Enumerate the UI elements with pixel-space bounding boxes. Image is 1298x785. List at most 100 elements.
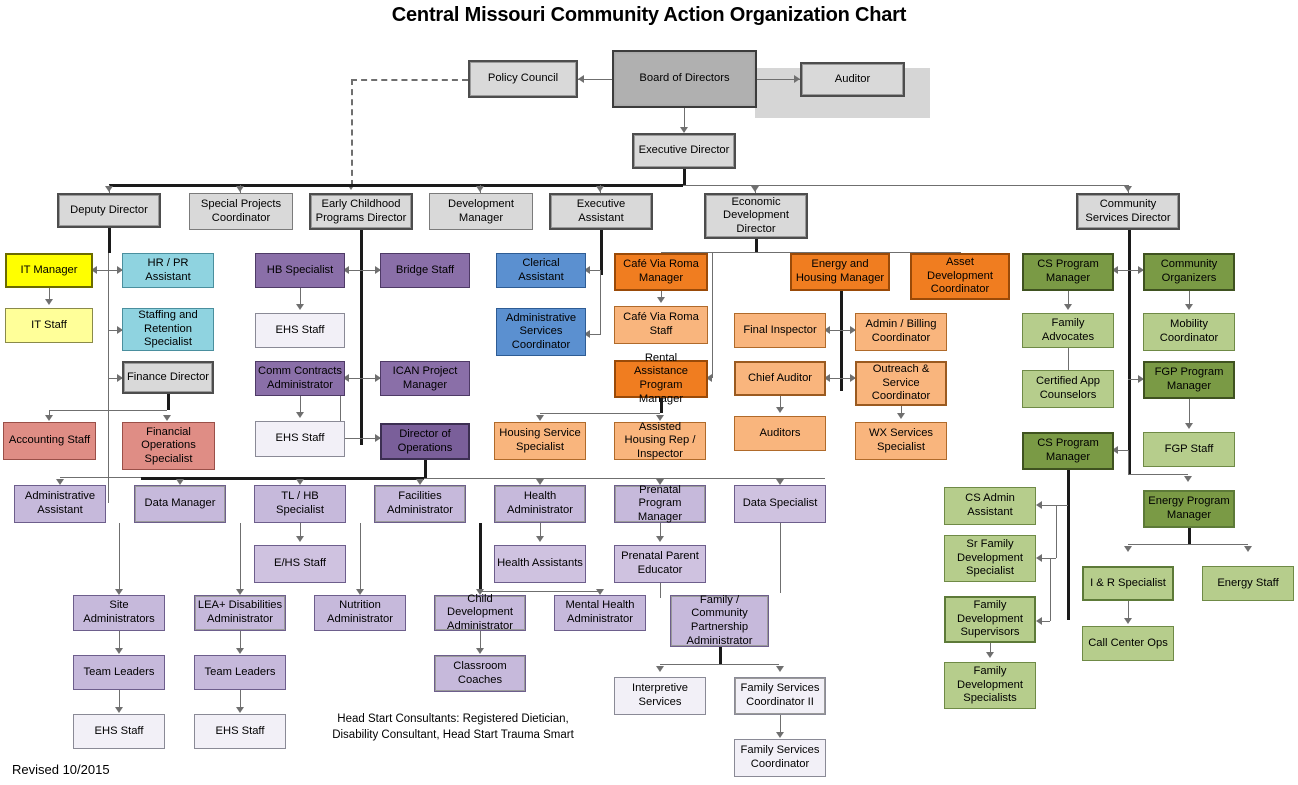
node-it-manager[interactable]: IT Manager [5,253,93,288]
node-data-manager[interactable]: Data Manager [134,485,226,523]
node-tl-hb-specialist[interactable]: TL / HB Specialist [254,485,346,523]
arrow-team-leaders-1 [115,648,123,654]
node-asset-development-coordinator[interactable]: Asset Development Coordinator [910,253,1010,300]
edge-dataspec-down [780,523,781,593]
node-prenatal-parent-educator[interactable]: Prenatal Parent Educator [614,545,706,583]
node-financial-operations-specialist[interactable]: Financial Operations Specialist [122,422,215,470]
node-final-inspector[interactable]: Final Inspector [734,313,826,348]
node-hb-specialist[interactable]: HB Specialist [255,253,345,288]
node-certified-app-counselors[interactable]: Certified App Counselors [1022,370,1114,408]
node-comm-contracts-administrator[interactable]: Comm Contracts Administrator [255,361,345,396]
arrow-auditors [776,407,784,413]
node-chief-auditor[interactable]: Chief Auditor [734,361,826,396]
node-wx-services-specialist[interactable]: WX Services Specialist [855,422,947,460]
arrow-health-assistants [536,536,544,542]
node-housing-service-specialist[interactable]: Housing Service Specialist [494,422,586,460]
node-cafe-via-roma-manager[interactable]: Café Via Roma Manager [614,253,708,291]
node-team-leaders-1[interactable]: Team Leaders [73,655,165,690]
node-ican-project-manager[interactable]: ICAN Project Manager [380,361,470,396]
node-cs-program-manager-1[interactable]: CS Program Manager [1022,253,1114,291]
node-auditors[interactable]: Auditors [734,416,826,451]
node-community-services-director[interactable]: Community Services Director [1076,193,1180,230]
node-fgp-staff[interactable]: FGP Staff [1143,432,1235,467]
node-ehs-staff-2[interactable]: EHS Staff [255,421,345,457]
node-administrative-assistant[interactable]: Administrative Assistant [14,485,106,523]
arrow-classroom-coaches [476,648,484,654]
node-nutrition-administrator[interactable]: Nutrition Administrator [314,595,406,631]
node-rental-assistance-program-manager[interactable]: Rental Assistance Program Manager [614,352,708,405]
node-family-services-coordinator[interactable]: Family Services Coordinator [734,739,826,777]
node-accounting-staff[interactable]: Accounting Staff [3,422,96,460]
node-clerical-assistant[interactable]: Clerical Assistant [496,253,586,288]
node-director-of-operations[interactable]: Director of Operations [380,423,470,460]
node-finance-director[interactable]: Finance Director [122,361,214,394]
node-family-advocates[interactable]: Family Advocates [1022,313,1114,348]
node-call-center-ops[interactable]: Call Center Ops [1082,626,1174,661]
node-early-childhood-programs-director[interactable]: Early Childhood Programs Director [309,193,413,230]
node-development-manager[interactable]: Development Manager [429,193,533,230]
node-team-leaders-2[interactable]: Team Leaders [194,655,286,690]
node-outreach-service-coordinator[interactable]: Outreach & Service Coordinator [855,361,947,406]
node-sr-family-development-specialist[interactable]: Sr Family Development Specialist [944,535,1036,582]
edge-csm2-sr [1042,558,1056,559]
node-lea-disabilities-administrator[interactable]: LEA+ Disabilities Administrator [194,595,286,631]
node-classroom-coaches[interactable]: Classroom Coaches [434,655,526,692]
node-policy-council[interactable]: Policy Council [468,60,578,98]
node-mental-health-administrator[interactable]: Mental Health Administrator [554,595,646,631]
node-family-development-specialists[interactable]: Family Development Specialists [944,662,1036,709]
edge-rental-bus [540,413,660,414]
node-special-projects-coordinator[interactable]: Special Projects Coordinator [189,193,293,230]
node-economic-development-director[interactable]: Economic Development Director [704,193,808,239]
arrow-sr-family-dev [1036,554,1042,562]
node-fgp-program-manager[interactable]: FGP Program Manager [1143,361,1235,399]
node-auditor[interactable]: Auditor [800,62,905,97]
node-community-organizers[interactable]: Community Organizers [1143,253,1235,291]
node-family-services-coordinator-ii[interactable]: Family Services Coordinator II [734,677,826,715]
edge-csm2-sr-v [1056,505,1057,558]
node-prenatal-program-manager[interactable]: Prenatal Program Manager [614,484,706,523]
arrow-devmgr [476,186,484,192]
node-health-administrator[interactable]: Health Administrator [494,485,586,523]
node-board-of-directors[interactable]: Board of Directors [612,50,757,108]
node-mobility-coordinator[interactable]: Mobility Coordinator [1143,313,1235,351]
arrow-accounting [45,415,53,421]
edge-ec-dirops-h [340,438,380,439]
node-ir-specialist[interactable]: I & R Specialist [1082,566,1174,601]
node-ehs-staff-4[interactable]: EHS Staff [73,714,165,749]
node-it-staff[interactable]: IT Staff [5,308,93,343]
node-energy-and-housing-manager[interactable]: Energy and Housing Manager [790,253,890,291]
node-site-administrators[interactable]: Site Administrators [73,595,165,631]
node-interpretive-services[interactable]: Interpretive Services [614,677,706,715]
revised-date: Revised 10/2015 [12,762,110,777]
node-admin-billing-coordinator[interactable]: Admin / Billing Coordinator [855,313,947,351]
node-energy-program-manager[interactable]: Energy Program Manager [1143,490,1235,528]
node-bridge-staff[interactable]: Bridge Staff [380,253,470,288]
arrow-it-staff [45,299,53,305]
node-cs-admin-assistant[interactable]: CS Admin Assistant [944,487,1036,525]
node-executive-director[interactable]: Executive Director [632,133,736,169]
edge-tl-ehs [300,523,301,536]
node-assisted-housing-rep-inspector[interactable]: Assisted Housing Rep / Inspector [614,421,706,460]
node-ehs-staff-5[interactable]: EHS Staff [194,714,286,749]
edge-policy-dashed-h [351,79,468,81]
node-data-specialist[interactable]: Data Specialist [734,485,826,523]
node-cs-program-manager-2[interactable]: CS Program Manager [1022,432,1114,470]
node-staffing-retention-specialist[interactable]: Staffing and Retention Specialist [122,308,214,351]
node-executive-assistant[interactable]: Executive Assistant [549,193,653,230]
node-administrative-services-coordinator[interactable]: Administrative Services Coordinator [496,308,586,356]
node-deputy-director[interactable]: Deputy Director [57,193,161,228]
node-cafe-via-roma-staff[interactable]: Café Via Roma Staff [614,306,708,344]
node-family-development-supervisors[interactable]: Family Development Supervisors [944,596,1036,643]
node-energy-staff[interactable]: Energy Staff [1202,566,1294,601]
arrow-finops [163,415,171,421]
page-title: Central Missouri Community Action Organi… [391,4,907,26]
node-ehs-staff-1[interactable]: EHS Staff [255,313,345,348]
node-child-development-administrator[interactable]: Child Development Administrator [434,593,526,632]
edge-execasst-spine2 [600,270,601,335]
node-hr-pr-assistant[interactable]: HR / PR Assistant [122,253,214,288]
node-ehs-staff-3[interactable]: E/HS Staff [254,545,346,583]
node-health-assistants[interactable]: Health Assistants [494,545,586,583]
node-facilities-administrator[interactable]: Facilities Administrator [374,485,466,523]
node-family-community-partnership-administrator[interactable]: Family / Community Partnership Administr… [670,594,769,647]
edge-dirops-trunk [424,460,427,478]
